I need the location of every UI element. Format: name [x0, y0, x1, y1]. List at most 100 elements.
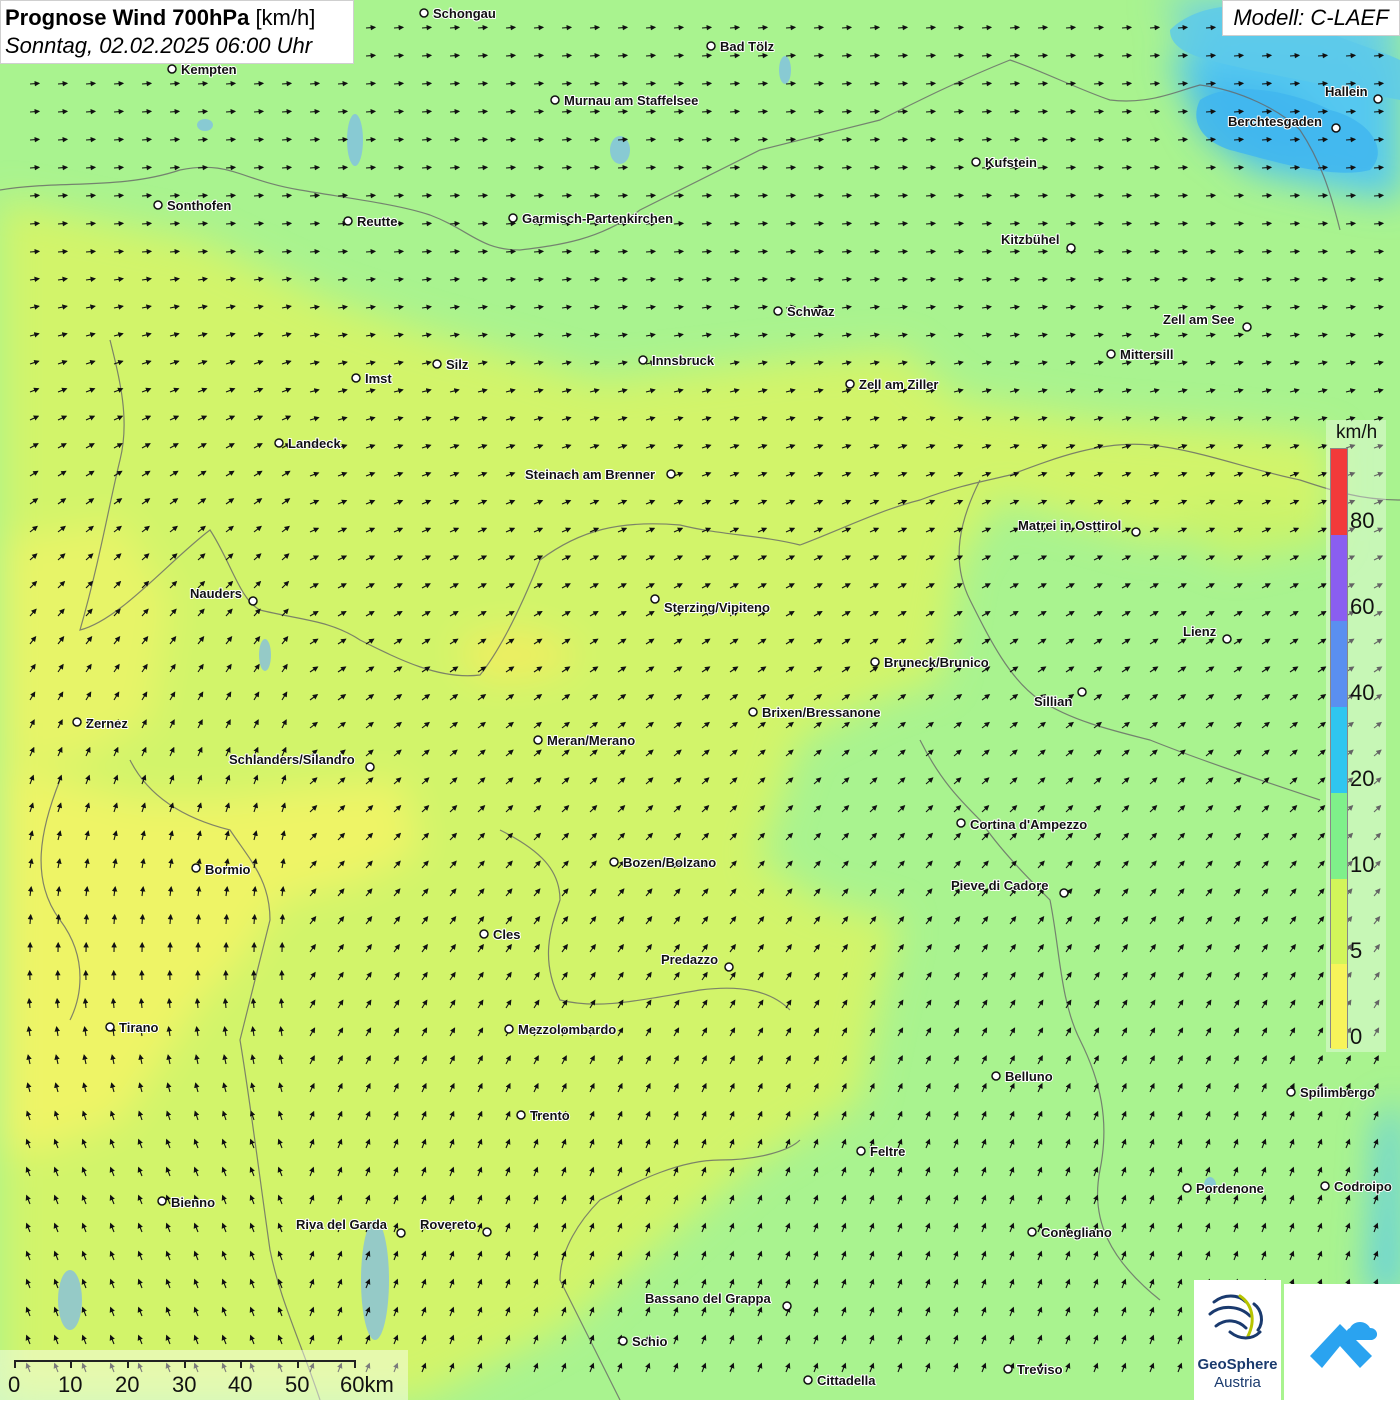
wind-arrow — [282, 139, 291, 140]
wind-arrow — [450, 167, 459, 168]
wind-arrow — [30, 111, 39, 112]
wind-arrow — [1318, 167, 1327, 168]
wind-arrow — [506, 195, 515, 196]
wind-arrow — [114, 167, 123, 168]
svg-text:Steinach am Brenner: Steinach am Brenner — [525, 467, 655, 482]
wind-arrow — [1038, 55, 1047, 56]
scale-tick — [354, 1360, 356, 1368]
wind-arrow — [534, 55, 543, 56]
wind-arrow — [870, 223, 879, 224]
wind-arrow — [282, 223, 291, 224]
svg-text:Bozen/Bolzano: Bozen/Bolzano — [623, 855, 716, 870]
wind-arrow — [1290, 111, 1299, 112]
wind-arrow — [954, 167, 963, 168]
wind-arrow — [898, 195, 907, 196]
wind-arrow — [1346, 111, 1355, 112]
wind-arrow — [30, 251, 39, 252]
wind-arrow — [1150, 251, 1159, 252]
map-title: Prognose Wind 700hPa [km/h] — [5, 4, 349, 32]
wind-arrow — [1206, 139, 1215, 140]
wind-arrow — [646, 83, 655, 84]
wind-arrow — [114, 83, 123, 84]
wind-arrow — [562, 111, 571, 112]
wind-arrow — [982, 111, 991, 112]
wind-arrow — [1178, 195, 1187, 196]
wind-arrow — [730, 55, 739, 56]
wind-arrow — [898, 223, 907, 224]
wind-arrow — [758, 139, 767, 140]
wind-arrow — [786, 195, 795, 196]
wind-arrow — [394, 27, 403, 28]
wind-arrow — [1094, 27, 1103, 28]
wind-arrow — [114, 195, 123, 196]
wind-arrow — [422, 55, 431, 56]
wind-arrow — [702, 251, 711, 252]
wind-arrow — [142, 139, 151, 140]
svg-text:Schwaz: Schwaz — [787, 304, 835, 319]
wind-arrow — [814, 139, 823, 140]
scale-label: 20 — [115, 1372, 139, 1398]
wind-arrow — [646, 195, 655, 196]
svg-text:Nauders: Nauders — [190, 586, 242, 601]
wind-arrow — [1178, 251, 1187, 252]
wind-arrow — [842, 223, 851, 224]
wind-arrow — [1262, 55, 1271, 56]
svg-text:Bruneck/Brunico: Bruneck/Brunico — [884, 655, 989, 670]
wind-arrow — [786, 27, 795, 28]
wind-arrow — [1122, 223, 1131, 224]
wind-arrow — [814, 111, 823, 112]
svg-text:Reutte: Reutte — [357, 214, 397, 229]
wind-arrow — [310, 223, 319, 224]
wind-arrow — [898, 55, 907, 56]
wind-arrow — [1150, 167, 1159, 168]
wind-arrow — [1234, 111, 1243, 112]
wind-arrow — [1010, 83, 1019, 84]
wind-arrow — [646, 111, 655, 112]
wind-arrow — [646, 55, 655, 56]
wind-arrow — [534, 27, 543, 28]
wind-arrow — [758, 83, 767, 84]
wind-arrow — [1234, 223, 1243, 224]
wind-arrow — [674, 83, 683, 84]
svg-text:Schongau: Schongau — [433, 6, 496, 21]
wind-arrow — [1346, 55, 1355, 56]
wind-arrow — [618, 195, 627, 196]
svg-text:Pieve di Cadore: Pieve di Cadore — [951, 878, 1049, 893]
wind-arrow — [282, 195, 291, 196]
wind-arrow — [1038, 139, 1047, 140]
wind-arrow — [1178, 55, 1187, 56]
wind-arrow — [450, 27, 459, 28]
wind-arrow — [702, 111, 711, 112]
wind-arrow — [1206, 27, 1215, 28]
wind-arrow — [646, 27, 655, 28]
svg-text:Schio: Schio — [632, 1334, 667, 1349]
svg-text:Bassano del Grappa: Bassano del Grappa — [645, 1291, 771, 1306]
wind-arrow — [562, 83, 571, 84]
svg-text:Zell am See: Zell am See — [1163, 312, 1235, 327]
wind-arrow — [758, 195, 767, 196]
wind-arrow — [730, 251, 739, 252]
wind-arrow — [310, 83, 319, 84]
svg-text:Zernez: Zernez — [86, 716, 128, 731]
wind-arrow — [730, 27, 739, 28]
svg-text:Cittadella: Cittadella — [817, 1373, 876, 1388]
wind-arrow — [226, 167, 235, 168]
svg-text:Bormio: Bormio — [205, 862, 251, 877]
wind-arrow — [1066, 223, 1075, 224]
wind-arrow — [954, 55, 963, 56]
wind-arrow — [618, 251, 627, 252]
wind-arrow — [1346, 223, 1355, 224]
wind-arrow — [898, 139, 907, 140]
wind-arrow — [394, 83, 403, 84]
wind-arrow — [198, 915, 199, 924]
wind-arrow — [1038, 111, 1047, 112]
wind-arrow — [646, 251, 655, 252]
wind-arrow — [954, 111, 963, 112]
wind-arrow — [114, 111, 123, 112]
wind-arrow — [198, 223, 207, 224]
wind-arrow — [954, 223, 963, 224]
color-legend: km/h 80 60 40 20 10 5 0 — [1326, 420, 1386, 1052]
svg-text:Sterzing/Vipiteno: Sterzing/Vipiteno — [664, 600, 770, 615]
city-marker: Pordenone — [1183, 1181, 1264, 1196]
wind-arrow — [254, 195, 263, 196]
